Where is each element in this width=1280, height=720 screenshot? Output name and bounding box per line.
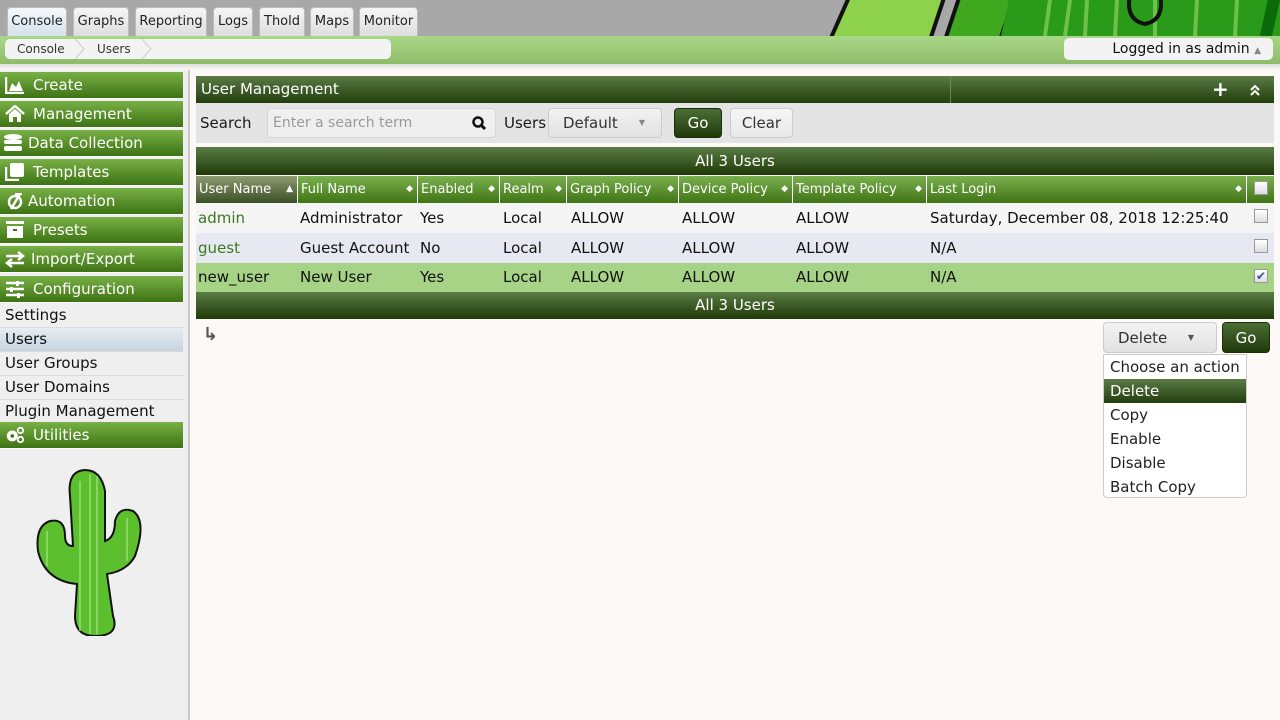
table-row-selected[interactable]: new_user New User Yes Local ALLOW ALLOW … [196, 263, 1274, 292]
user-name-link[interactable]: admin [198, 203, 245, 233]
database-icon [4, 134, 22, 151]
action-dropdown: Choose an action Delete Copy Enable Disa… [1103, 354, 1247, 498]
sidebar-menu-management[interactable]: Management [0, 101, 183, 128]
option-enable[interactable]: Enable [1104, 427, 1246, 451]
action-select[interactable]: Delete ▼ [1103, 322, 1217, 353]
select-all-checkbox[interactable] [1254, 181, 1268, 195]
option-batch-copy[interactable]: Batch Copy [1104, 475, 1246, 499]
sort-icon: ◆ [1235, 184, 1242, 194]
cogs-icon [6, 426, 25, 444]
archive-icon [6, 221, 24, 238]
sidebar-item-plugin-management[interactable]: Plugin Management [0, 400, 183, 424]
sidebar-menu-presets[interactable]: Presets [0, 217, 183, 244]
sidebar-item-settings[interactable]: Settings [0, 304, 183, 328]
sidebar-menu-automation[interactable]: Automation [0, 188, 183, 215]
sidebar-menu-import-export[interactable]: Import/Export [0, 246, 183, 273]
add-user-icon[interactable]: + [1212, 76, 1229, 103]
header-shadow [0, 64, 1280, 70]
chevron-down-icon: ▼ [638, 118, 645, 127]
tab-logs[interactable]: Logs [213, 7, 253, 36]
cactus-logo [36, 468, 142, 636]
column-device-policy[interactable]: Device Policy ◆ [679, 176, 793, 203]
panel-title: User Management [201, 80, 339, 98]
login-label: Logged in as admin [1112, 41, 1250, 57]
column-enabled[interactable]: Enabled ◆ [418, 176, 500, 203]
sidebar-item-user-groups[interactable]: User Groups [0, 352, 183, 376]
sidebar: Create Management Data Collection Templa… [0, 70, 190, 720]
row-checkbox-checked[interactable]: ✔ [1254, 269, 1268, 283]
option-copy[interactable]: Copy [1104, 403, 1246, 427]
caret-up-icon: ▲ [1254, 46, 1261, 56]
users-label: Users [504, 114, 547, 132]
action-go-button[interactable]: Go [1222, 322, 1270, 353]
column-template-policy[interactable]: Template Policy ◆ [793, 176, 927, 203]
chevron-down-icon: ▼ [1187, 333, 1194, 342]
user-name-link[interactable]: new_user [198, 263, 269, 291]
breadcrumb-users[interactable]: Users [97, 39, 131, 59]
tab-console[interactable]: Console [7, 7, 67, 36]
panel-header: User Management + [196, 76, 1274, 103]
users-filter-select[interactable]: Default ▼ [548, 108, 662, 138]
collapse-icon[interactable] [1249, 84, 1261, 96]
user-name-link[interactable]: guest [198, 233, 240, 263]
option-choose-action[interactable]: Choose an action [1104, 355, 1246, 379]
column-realm[interactable]: Realm ◆ [500, 176, 567, 203]
cactus-banner-logo [829, 0, 1280, 36]
home-icon [5, 105, 25, 122]
table-caption: All 3 Users [196, 147, 1274, 175]
sort-icon: ◆ [915, 184, 922, 194]
breadcrumb-bar: Console Users Logged in as admin ▲ [0, 36, 1280, 64]
exchange-icon [5, 251, 25, 268]
breadcrumb-console[interactable]: Console [17, 39, 65, 59]
sidebar-item-users[interactable]: Users [0, 328, 183, 352]
sidebar-menu-create[interactable]: Create [0, 72, 183, 99]
clear-button[interactable]: Clear [730, 108, 793, 138]
column-full-name[interactable]: Full Name ◆ [298, 176, 418, 203]
go-button[interactable]: Go [674, 108, 722, 138]
breadcrumb: Console Users [5, 39, 391, 59]
copy-icon [5, 163, 24, 181]
arrow-return-icon: ↳ [203, 324, 219, 345]
column-last-login[interactable]: Last Login ◆ [927, 176, 1247, 203]
table-footer-caption: All 3 Users [196, 292, 1274, 319]
sort-asc-icon: ▲ [286, 184, 293, 194]
tab-thold[interactable]: Thold [259, 7, 305, 36]
sidebar-menu-data-collection[interactable]: Data Collection [0, 130, 183, 157]
search-input[interactable]: Enter a search term [267, 108, 496, 138]
sort-icon: ◆ [667, 184, 674, 194]
row-checkbox[interactable] [1254, 209, 1268, 223]
filter-bar: Search Enter a search term Users Default… [196, 103, 1274, 143]
search-icon[interactable] [472, 116, 487, 131]
tab-graphs[interactable]: Graphs [73, 7, 129, 36]
sliders-icon [6, 281, 24, 298]
column-user-name[interactable]: User Name ▲ [196, 176, 298, 203]
sidebar-menu-utilities[interactable]: Utilities [0, 422, 183, 449]
sort-icon: ◆ [406, 184, 413, 194]
sidebar-menu-configuration[interactable]: Configuration [0, 276, 183, 303]
sidebar-item-user-domains[interactable]: User Domains [0, 376, 183, 400]
row-checkbox[interactable] [1254, 239, 1268, 253]
table-row[interactable]: admin Administrator Yes Local ALLOW ALLO… [196, 203, 1274, 233]
option-disable[interactable]: Disable [1104, 451, 1246, 475]
tab-maps[interactable]: Maps [310, 7, 354, 36]
breadcrumb-separator-icon [75, 39, 85, 59]
chart-area-icon [5, 77, 24, 94]
automation-icon [7, 193, 23, 210]
top-tab-bar: Console Graphs Reporting Logs Thold Maps… [0, 0, 1280, 36]
table-header: User Name ▲ Full Name ◆ Enabled ◆ Realm ◆ Gr… [196, 176, 1274, 203]
column-graph-policy[interactable]: Graph Policy ◆ [567, 176, 679, 203]
sort-icon: ◆ [555, 184, 562, 194]
tab-monitor[interactable]: Monitor [359, 7, 418, 36]
user-menu[interactable]: Logged in as admin ▲ [1064, 38, 1273, 60]
option-delete[interactable]: Delete [1104, 379, 1246, 403]
sort-icon: ◆ [488, 184, 495, 194]
breadcrumb-separator-icon [142, 39, 152, 59]
tab-reporting[interactable]: Reporting [135, 7, 207, 36]
table-row[interactable]: guest Guest Account No Local ALLOW ALLOW… [196, 233, 1274, 263]
checkmark-icon: ✔ [1256, 269, 1267, 283]
sort-icon: ◆ [781, 184, 788, 194]
sidebar-menu-templates[interactable]: Templates [0, 159, 183, 186]
search-label: Search [200, 114, 252, 132]
